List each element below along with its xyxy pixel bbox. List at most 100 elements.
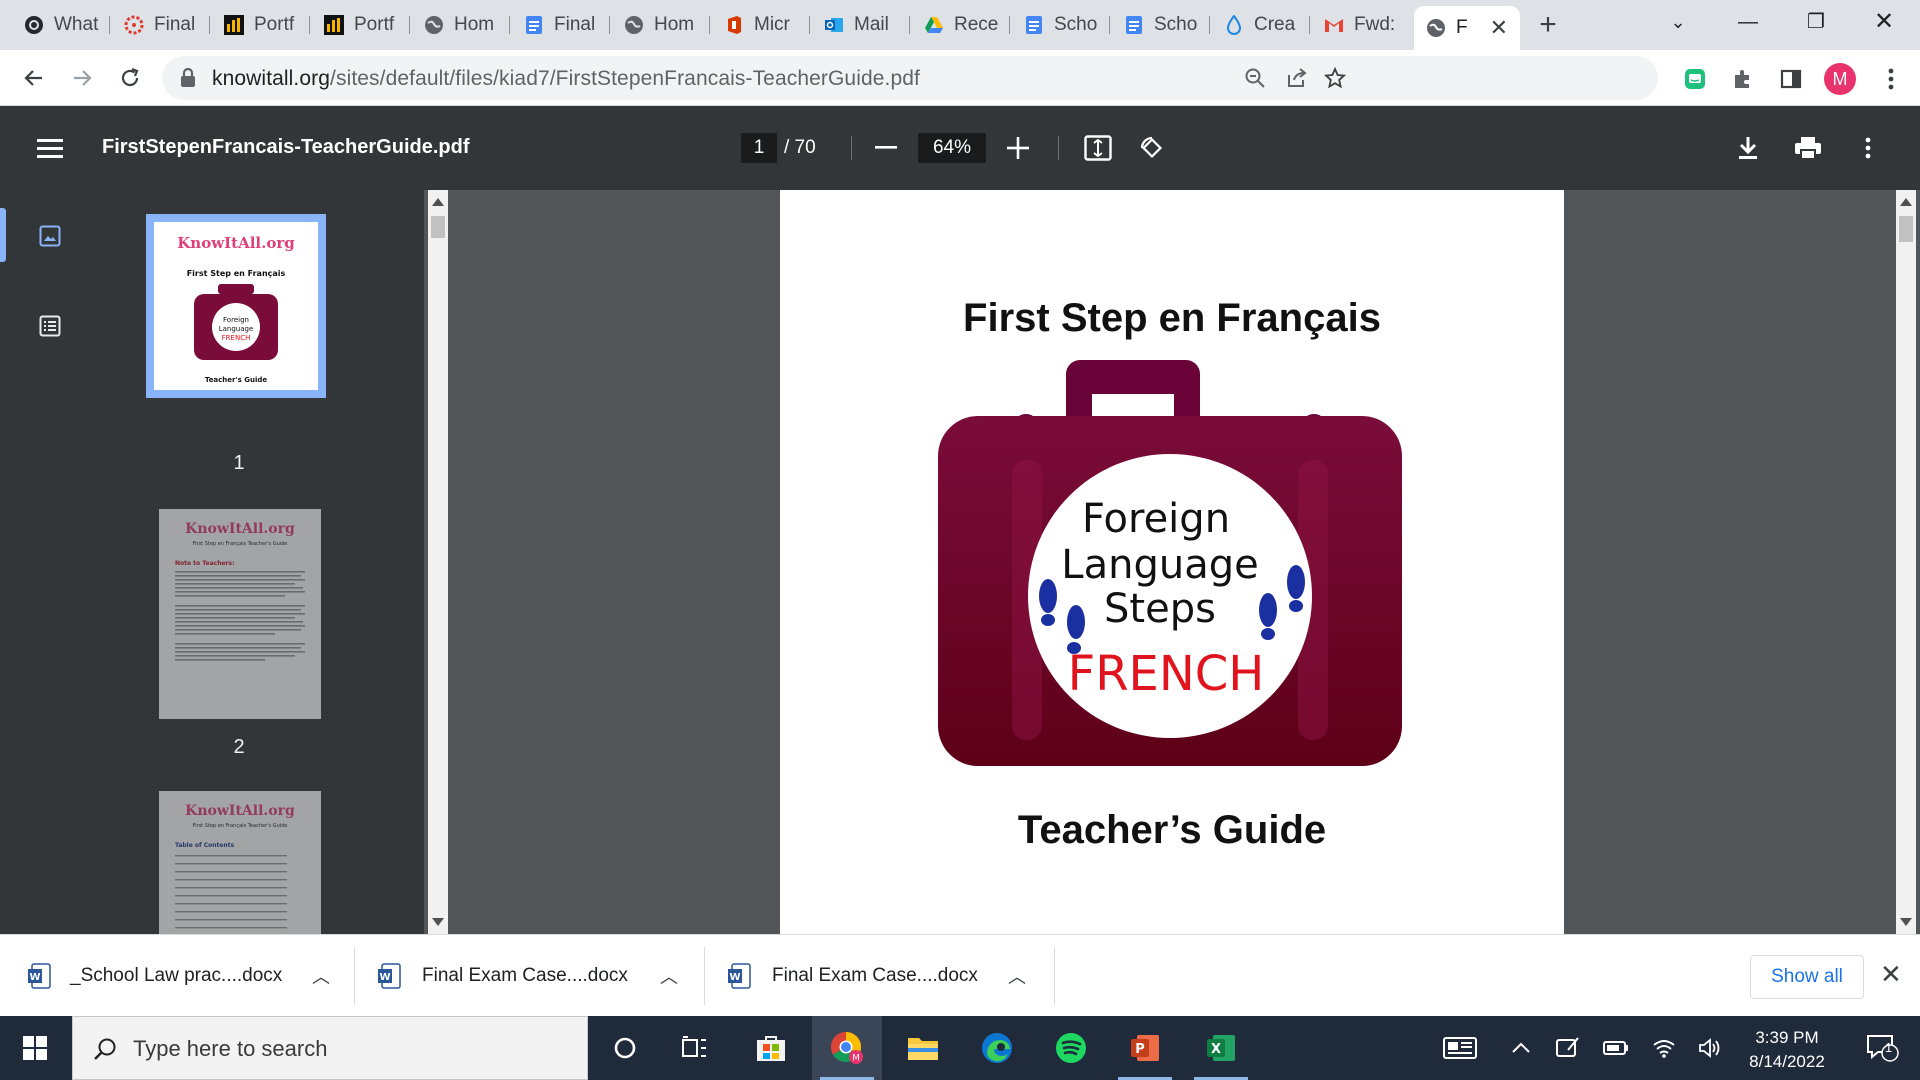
extensions-puzzle-icon[interactable]	[1728, 64, 1758, 94]
notification-center-icon[interactable]: 1	[1858, 1016, 1908, 1080]
extension-green-icon[interactable]	[1680, 64, 1710, 94]
restore-icon[interactable]: ❐	[1788, 0, 1844, 44]
microsoft-store-button[interactable]	[736, 1016, 806, 1080]
news-widget-icon[interactable]	[1440, 1016, 1480, 1080]
sidebar-toggle-menu-icon[interactable]	[32, 130, 68, 166]
svg-text:P: P	[1135, 1042, 1145, 1057]
scroll-down-arrow-icon[interactable]	[432, 918, 444, 926]
tab-home-2[interactable]: Hom	[612, 8, 710, 42]
powerpoint-button[interactable]: P	[1110, 1016, 1180, 1080]
download-item-1[interactable]: W _School Law prac....docx ︿	[28, 935, 348, 1017]
chrome-icon: M	[830, 1032, 863, 1064]
close-window-icon[interactable]: ✕	[1856, 0, 1912, 44]
share-icon[interactable]	[1284, 65, 1310, 91]
notification-count: 1	[1885, 1040, 1893, 1055]
docs-icon	[1124, 15, 1144, 35]
fit-page-button[interactable]	[1080, 130, 1116, 166]
github-icon	[24, 15, 44, 35]
back-arrow-icon	[24, 70, 42, 86]
tab-whats[interactable]: What	[12, 8, 110, 42]
excel-button[interactable]: X	[1186, 1016, 1256, 1080]
close-tab-icon[interactable]: ✕	[1490, 15, 1508, 41]
wifi-icon[interactable]	[1648, 1016, 1680, 1080]
outline-view-button[interactable]	[26, 302, 74, 350]
page-thumbnail-3[interactable]: KnowItAll.org First Step en Français Tea…	[159, 791, 321, 934]
rotate-icon	[1140, 136, 1163, 159]
page-number-input[interactable]: 1	[741, 133, 777, 163]
cortana-button[interactable]	[590, 1016, 660, 1080]
side-panel-icon[interactable]	[1776, 64, 1806, 94]
svg-text:First Step en Français: First Step en Français	[187, 269, 286, 278]
scroll-down-arrow-icon[interactable]	[1900, 918, 1912, 926]
show-hidden-icons-chevron-icon[interactable]	[1506, 1016, 1536, 1080]
tab-search-chevron-icon[interactable]: ⌄	[1650, 0, 1706, 44]
zoom-level-input[interactable]: 64%	[918, 133, 986, 163]
volume-icon[interactable]	[1694, 1016, 1726, 1080]
toolbar-divider	[1058, 136, 1059, 160]
system-clock[interactable]: 3:39 PM 8/14/2022	[1732, 1026, 1842, 1074]
new-tab-button[interactable]: +	[1530, 8, 1566, 42]
tab-portfolio-1[interactable]: Portf	[212, 8, 310, 42]
task-view-button[interactable]	[660, 1016, 730, 1080]
document-scrollbar[interactable]	[1896, 190, 1916, 934]
back-button[interactable]	[14, 58, 54, 98]
tab-final-2[interactable]: Final	[512, 8, 610, 42]
tab-recent[interactable]: Rece	[912, 8, 1010, 42]
sidebar-active-indicator	[0, 208, 6, 262]
pdf-more-menu-icon[interactable]	[1850, 130, 1886, 166]
zoom-in-button[interactable]	[1000, 130, 1036, 166]
start-button[interactable]	[0, 1016, 70, 1080]
badge-line-2: Language	[1061, 542, 1258, 588]
scroll-up-arrow-icon[interactable]	[432, 198, 444, 206]
scroll-up-arrow-icon[interactable]	[1900, 198, 1912, 206]
edge-button[interactable]	[962, 1016, 1032, 1080]
forward-arrow-icon	[74, 70, 92, 86]
page-thumbnail-2[interactable]: KnowItAll.org First Step en Français Tea…	[159, 509, 321, 719]
tablet-pen-icon[interactable]	[1552, 1016, 1584, 1080]
chevron-up-icon[interactable]: ︿	[312, 963, 330, 989]
svg-text:Teacher's Guide: Teacher's Guide	[205, 376, 268, 384]
edge-icon	[982, 1033, 1012, 1063]
show-all-downloads-button[interactable]: Show all	[1750, 955, 1864, 999]
print-button[interactable]	[1790, 130, 1826, 166]
download-button[interactable]	[1730, 130, 1766, 166]
profile-avatar[interactable]: M	[1824, 63, 1856, 95]
tab-final-1[interactable]: Final	[112, 8, 210, 42]
spotify-button[interactable]	[1036, 1016, 1106, 1080]
chrome-taskbar-button[interactable]: M	[812, 1016, 882, 1080]
battery-icon[interactable]	[1600, 1016, 1632, 1080]
minimize-icon[interactable]: —	[1720, 0, 1776, 44]
tab-home-1[interactable]: Hom	[412, 8, 510, 42]
rotate-button[interactable]	[1134, 130, 1170, 166]
thumbnails-view-button[interactable]	[26, 212, 74, 260]
tab-school-2[interactable]: Scho	[1112, 8, 1210, 42]
sidebar-scrollbar[interactable]	[428, 190, 448, 934]
tab-portfolio-2[interactable]: Portf	[312, 8, 410, 42]
tab-fwd[interactable]: Fwd:	[1312, 8, 1410, 42]
tab-school-1[interactable]: Scho	[1012, 8, 1110, 42]
url-text: knowitall.org/sites/default/files/kiad7/…	[212, 67, 920, 90]
sidebar-scroll-thumb[interactable]	[431, 216, 445, 238]
tab-microsoft[interactable]: Micr	[712, 8, 810, 42]
page-thumbnail-1[interactable]: KnowItAll.org First Step en Français For…	[146, 214, 326, 398]
zoom-lens-icon[interactable]	[1242, 65, 1268, 91]
file-explorer-button[interactable]	[888, 1016, 958, 1080]
taskbar-search-box[interactable]: Type here to search	[72, 1016, 588, 1080]
bookmark-star-icon[interactable]	[1322, 65, 1348, 91]
forward-button[interactable]	[62, 58, 102, 98]
tab-create[interactable]: Crea	[1212, 8, 1310, 42]
download-item-2[interactable]: W Final Exam Case....docx ︿	[378, 935, 698, 1017]
download-item-3[interactable]: W Final Exam Case....docx ︿	[728, 935, 1048, 1017]
zoom-out-button[interactable]	[868, 130, 904, 166]
chrome-menu-icon[interactable]	[1876, 64, 1906, 94]
chevron-up-icon[interactable]: ︿	[1008, 963, 1026, 989]
chevron-up-icon[interactable]: ︿	[660, 963, 678, 989]
reload-button[interactable]	[110, 58, 150, 98]
tab-mail[interactable]: Mail	[812, 8, 910, 42]
document-scroll-thumb[interactable]	[1899, 216, 1913, 242]
close-shelf-icon[interactable]: ✕	[1880, 959, 1902, 990]
url-bar[interactable]: knowitall.org/sites/default/files/kiad7/…	[162, 56, 1658, 100]
tab-pdf-active[interactable]: F ✕	[1414, 6, 1520, 50]
download-icon	[1739, 137, 1757, 159]
lock-icon[interactable]	[180, 67, 196, 93]
